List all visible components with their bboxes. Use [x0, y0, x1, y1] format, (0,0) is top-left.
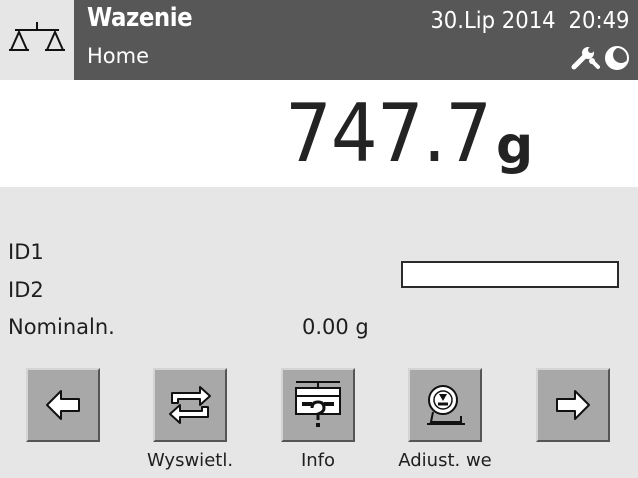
- balance-scale-icon: [9, 22, 65, 51]
- arrow-left-icon: [46, 390, 80, 420]
- adjust-button[interactable]: Adiust. we: [398, 368, 492, 471]
- display-button[interactable]: Wyswietl.: [147, 368, 233, 471]
- id2-label: ID2: [8, 278, 44, 302]
- refresh-cycle-icon: [169, 386, 211, 424]
- display-button-label: Wyswietl.: [146, 450, 234, 471]
- arrow-right-icon: [556, 390, 590, 420]
- scale-info-icon: [295, 381, 341, 427]
- info-button[interactable]: Info: [281, 368, 355, 471]
- wrench-icon: [571, 47, 600, 70]
- id1-input[interactable]: [401, 261, 619, 288]
- info-button-label: Info: [300, 450, 336, 471]
- app-title: Wazenie: [87, 3, 193, 33]
- date-label: 30.Lip 2014: [430, 8, 557, 34]
- adjust-weight-icon: [427, 385, 465, 425]
- weight-value: 747.7: [285, 87, 492, 180]
- status-icons: [570, 45, 630, 71]
- time-label: 20:49: [569, 8, 630, 34]
- title-bar: Wazenie Home 30.Lip 2014 20:49: [0, 0, 638, 80]
- nominal-label: Nominaln.: [8, 315, 115, 339]
- adjust-button-label: Adiust. we: [398, 450, 492, 471]
- id1-label: ID1: [8, 240, 44, 264]
- back-button[interactable]: [26, 368, 100, 442]
- scale-icon-box: [0, 0, 74, 80]
- page-subtitle: Home: [87, 44, 150, 68]
- weight-display: 747.7 g: [0, 80, 638, 187]
- moon-icon: [605, 46, 629, 70]
- date-time: 30.Lip 2014 20:49: [431, 8, 630, 34]
- weight-unit: g: [496, 116, 534, 176]
- next-button[interactable]: [536, 368, 610, 442]
- nominal-value: 0.00 g: [302, 315, 369, 339]
